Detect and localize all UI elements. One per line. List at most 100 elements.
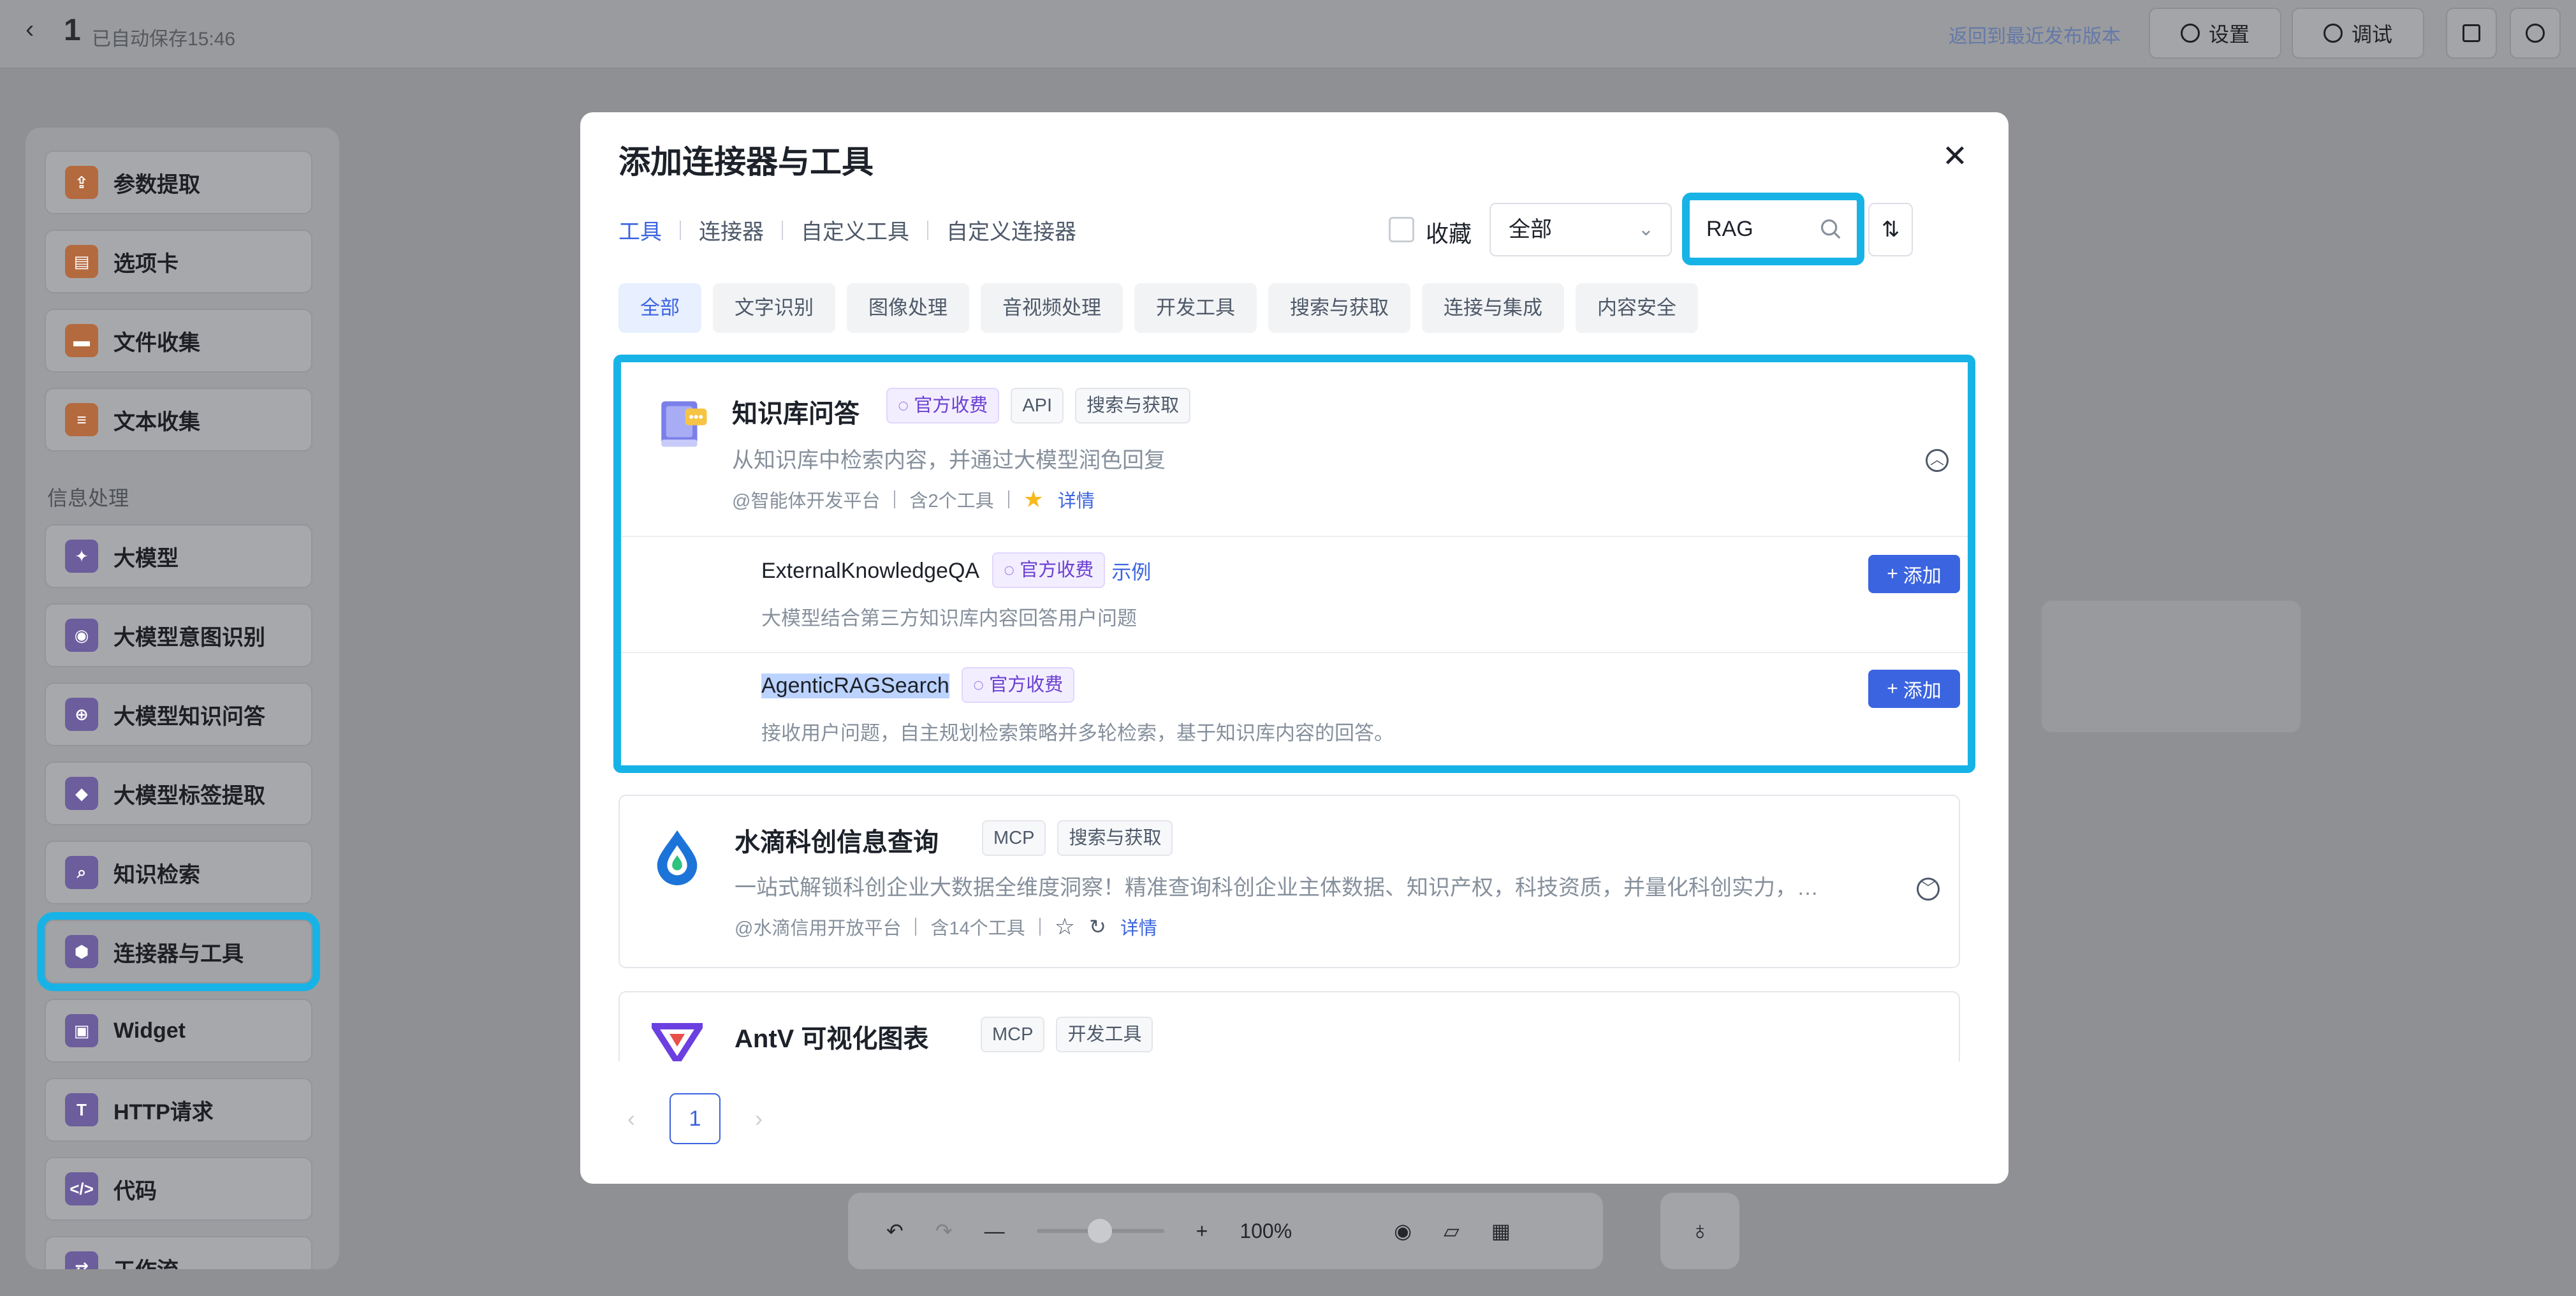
- sidebar-item-label: 知识检索: [113, 862, 200, 887]
- paid-tag: ◌ 官方收费: [962, 667, 1075, 703]
- chevron-down-icon[interactable]: ﹀: [1917, 878, 1940, 901]
- zoom-level: 100%: [1240, 1219, 1292, 1242]
- note-icon[interactable]: ▱: [1444, 1219, 1460, 1243]
- add-tool-button[interactable]: + 添加: [1868, 670, 1960, 708]
- tab-connectors[interactable]: 连接器: [681, 214, 782, 246]
- star-filled-icon[interactable]: ★: [1023, 486, 1044, 513]
- sidebar-item-label: 大模型意图识别: [113, 625, 265, 650]
- sidebar-item-workflow[interactable]: ⇄ 工作流: [45, 1236, 312, 1269]
- sidebar-item-code[interactable]: </> 代码: [45, 1157, 312, 1221]
- tool-description: 大模型结合第三方知识库内容回答用户问题: [761, 607, 1137, 630]
- sidebar-item-http[interactable]: T HTTP请求: [45, 1078, 312, 1142]
- divider: [621, 536, 1968, 537]
- publisher: @智能体开发平台: [732, 491, 881, 512]
- sidebar-item-label: Widget: [113, 1018, 186, 1043]
- sidebar-item-intent[interactable]: ◉ 大模型意图识别: [45, 603, 312, 667]
- mcp-tag: MCP: [981, 1017, 1045, 1052]
- detail-link[interactable]: 详情: [1120, 913, 1157, 940]
- antv-logo-icon: [652, 1023, 703, 1065]
- tool-card-knowledge-qa[interactable]: 知识库问答 ◌ 官方收费 API 搜索与获取 从知识库中检索内容，并通过大模型润…: [613, 355, 1975, 773]
- zoom-in-icon[interactable]: +: [1196, 1219, 1208, 1243]
- debug-button[interactable]: 调试: [2292, 8, 2424, 59]
- tab-custom-tools[interactable]: 自定义工具: [783, 214, 927, 246]
- card-tags: MCP 开发工具: [981, 1017, 1153, 1052]
- sidebar-item-connectors-tools[interactable]: ⬢ 连接器与工具: [37, 912, 320, 991]
- code-icon: </>: [65, 1172, 98, 1205]
- tab-tools[interactable]: 工具: [618, 214, 680, 246]
- sort-button[interactable]: ⇅: [1868, 203, 1913, 256]
- sidebar-item-options-card[interactable]: ▤ 选项卡: [45, 230, 312, 293]
- zoom-slider[interactable]: [1036, 1219, 1164, 1243]
- category-content-safety[interactable]: 内容安全: [1576, 283, 1698, 333]
- card-tags: MCP 搜索与获取: [982, 820, 1173, 856]
- card-tags: ◌ 官方收费 API 搜索与获取: [886, 388, 1191, 423]
- close-icon[interactable]: ✕: [1936, 138, 1974, 176]
- category-ocr[interactable]: 文字识别: [713, 283, 835, 333]
- card-description: 一站式解锁科创企业大数据全维度洞察！精准查询科创企业主体数据、知识产权，科技资质…: [735, 876, 1819, 900]
- tool-row-agentic-rag-search: AgenticRAGSearch ◌ 官方收费 接收用户问题，自主规划检索策略并…: [761, 662, 1960, 764]
- category-dev-tools[interactable]: 开发工具: [1134, 283, 1257, 333]
- category-chips: 全部 文字识别 图像处理 音视频处理 开发工具 搜索与获取 连接与集成 内容安全: [618, 283, 1698, 333]
- sidebar-item-knowledge-qa[interactable]: ⊕ 大模型知识问答: [45, 682, 312, 746]
- sidebar-item-knowledge-search[interactable]: ⌕ 知识检索: [45, 841, 312, 904]
- chevron-up-icon[interactable]: ︿: [1926, 449, 1949, 472]
- filter-selected-value: 全部: [1509, 217, 1552, 242]
- category-search[interactable]: 搜索与获取: [1268, 283, 1410, 333]
- filter-select[interactable]: 全部 ⌄: [1489, 203, 1672, 256]
- settings-button[interactable]: 设置: [2149, 8, 2281, 59]
- undo-icon[interactable]: ↶: [886, 1219, 904, 1243]
- category-integration[interactable]: 连接与集成: [1422, 283, 1564, 333]
- autosave-status: 已自动保存15:46: [92, 29, 236, 50]
- add-connector-tool-dialog: 添加连接器与工具 ✕ 工具 连接器 自定义工具 自定义连接器 收藏 全部 ⌄ ⇅…: [580, 112, 2009, 1184]
- refresh-icon[interactable]: ↻: [1089, 915, 1106, 939]
- sidebar-item-llm[interactable]: ✦ 大模型: [45, 524, 312, 588]
- card-icon: ▤: [65, 245, 98, 278]
- tab-custom-connectors[interactable]: 自定义连接器: [928, 214, 1094, 246]
- sidebar-item-file-collect[interactable]: ▬ 文件收集: [45, 309, 312, 372]
- grid-icon[interactable]: ▦: [1491, 1219, 1511, 1243]
- copy-button[interactable]: [2446, 8, 2497, 59]
- detail-link[interactable]: 详情: [1058, 486, 1095, 513]
- tips-bulb-icon[interactable]: ♁: [1660, 1193, 1739, 1269]
- sidebar-item-label: 大模型知识问答: [113, 704, 265, 729]
- sidebar-item-label: 参数提取: [113, 172, 200, 197]
- sidebar-item-widget[interactable]: ▣ Widget: [45, 999, 312, 1063]
- tool-description: 接收用户问题，自主规划检索策略并多轮检索，基于知识库内容的回答。: [761, 722, 1394, 744]
- page-number[interactable]: 1: [670, 1093, 721, 1144]
- plus-icon: +: [1887, 563, 1898, 584]
- zoom-out-icon[interactable]: —: [984, 1219, 1005, 1243]
- sidebar-item-label: 文本收集: [113, 409, 200, 434]
- example-link[interactable]: 示例: [1111, 556, 1151, 585]
- favorites-checkbox[interactable]: [1389, 217, 1414, 242]
- card-description: 从知识库中检索内容，并通过大模型润色回复: [732, 448, 1166, 473]
- add-tool-button[interactable]: + 添加: [1868, 555, 1960, 593]
- category-image[interactable]: 图像处理: [847, 283, 969, 333]
- redo-icon[interactable]: ↷: [935, 1219, 953, 1243]
- tool-card-shuidi-info[interactable]: 水滴科创信息查询 MCP 搜索与获取 一站式解锁科创企业大数据全维度洞察！精准查…: [618, 795, 1960, 968]
- debug-label: 调试: [2351, 23, 2392, 46]
- star-outline-icon[interactable]: ☆: [1055, 913, 1075, 940]
- dialog-tabs: 工具 连接器 自定义工具 自定义连接器: [618, 214, 1094, 246]
- sidebar-item-tag-extract[interactable]: ◆ 大模型标签提取: [45, 762, 312, 825]
- category-all[interactable]: 全部: [618, 283, 701, 333]
- sidebar-item-label: 连接器与工具: [113, 941, 244, 966]
- next-page-icon[interactable]: ›: [746, 1105, 772, 1132]
- sidebar-item-label: 大模型标签提取: [113, 783, 265, 808]
- revert-to-published-link[interactable]: 返回到最近发布版本: [1949, 20, 2121, 48]
- preview-eye-icon[interactable]: ◉: [1394, 1219, 1412, 1243]
- divider: [621, 652, 1968, 653]
- meta-divider: [915, 918, 917, 936]
- back-arrow-icon[interactable]: ‹: [26, 15, 51, 51]
- dialog-title: 添加连接器与工具: [618, 144, 874, 180]
- search-icon[interactable]: [1819, 217, 1843, 241]
- top-bar: ‹ 1 已自动保存15:46 返回到最近发布版本 设置 调试: [0, 0, 2576, 69]
- sidebar-item-label: HTTP请求: [113, 1100, 214, 1124]
- sidebar-item-text-collect[interactable]: ≡ 文本收集: [45, 388, 312, 452]
- sidebar-item-param-extract[interactable]: ⇪ 参数提取: [45, 151, 312, 214]
- sidebar-item-label: 选项卡: [113, 251, 179, 276]
- help-button[interactable]: [2510, 8, 2561, 59]
- gear-icon: [2180, 24, 2200, 43]
- category-audio-video[interactable]: 音视频处理: [981, 283, 1123, 333]
- prev-page-icon[interactable]: ‹: [618, 1105, 644, 1132]
- list-fade-mask: [618, 1061, 1960, 1112]
